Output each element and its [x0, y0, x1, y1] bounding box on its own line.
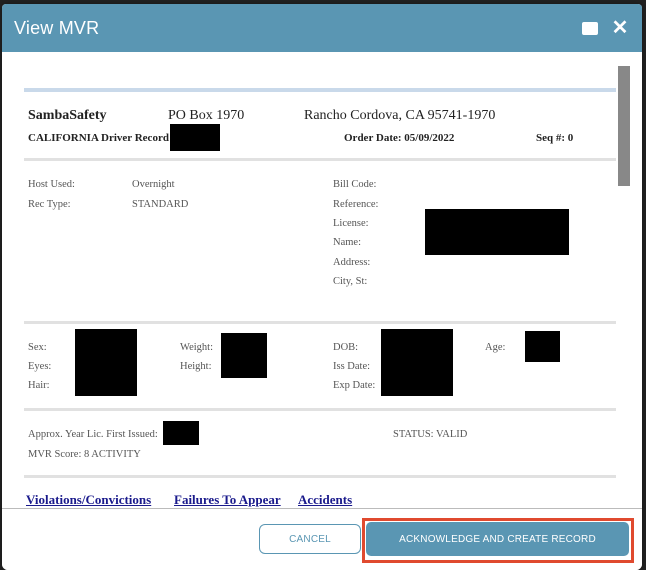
dialog-content: SambaSafety PO Box 1970 Rancho Cordova, …	[2, 52, 642, 508]
height-label: Height:	[180, 361, 212, 372]
hair-label: Hair:	[28, 380, 50, 391]
sex-label: Sex:	[28, 342, 47, 353]
failures-to-appear-link[interactable]: Failures To Appear	[174, 492, 281, 508]
name-label: Name:	[333, 237, 361, 248]
dialog-title: View MVR	[14, 17, 100, 38]
host-used-value: Overnight	[132, 179, 175, 190]
first-issued-label: Approx. Year Lic. First Issued:	[28, 429, 158, 440]
iss-date-label: Iss Date:	[333, 361, 371, 372]
content-scrollbar[interactable]	[618, 66, 630, 186]
po-box: PO Box 1970	[168, 108, 245, 123]
company-name: SambaSafety	[28, 108, 107, 123]
license-label: License:	[333, 218, 369, 229]
exp-date-label: Exp Date:	[333, 380, 376, 391]
host-used-label: Host Used:	[28, 179, 75, 190]
acknowledge-and-create-record-button[interactable]: ACKNOWLEDGE AND CREATE RECORD	[366, 522, 629, 556]
redacted-block	[170, 124, 220, 151]
seq-number: Seq #: 0	[536, 132, 574, 144]
city-state-zip: Rancho Cordova, CA 95741-1970	[304, 108, 496, 123]
accidents-link[interactable]: Accidents	[298, 492, 352, 508]
redacted-block	[75, 329, 137, 396]
order-date: Order Date: 05/09/2022	[344, 132, 455, 144]
window-maximize-icon[interactable]	[580, 18, 600, 38]
mvr-document: SambaSafety PO Box 1970 Rancho Cordova, …	[24, 88, 616, 508]
info-section: Host Used: Overnight Rec Type: STANDARD …	[24, 161, 616, 321]
record-header: SambaSafety PO Box 1970 Rancho Cordova, …	[24, 92, 616, 158]
bill-code-label: Bill Code:	[333, 179, 377, 190]
reference-label: Reference:	[333, 199, 379, 210]
rec-type-label: Rec Type:	[28, 199, 71, 210]
eyes-label: Eyes:	[28, 361, 52, 372]
redacted-block	[381, 329, 453, 396]
redacted-block	[525, 331, 560, 362]
redacted-block	[221, 333, 267, 378]
close-icon[interactable]: ✕	[610, 18, 630, 38]
dialog-titlebar: View MVR ✕	[2, 4, 642, 52]
record-section-links: Violations/Convictions Failures To Appea…	[24, 478, 616, 508]
address-label: Address:	[333, 257, 371, 268]
age-label: Age:	[485, 342, 506, 353]
violations-convictions-link[interactable]: Violations/Convictions	[26, 492, 151, 508]
city-st-label: City, St:	[333, 276, 368, 287]
weight-label: Weight:	[180, 342, 213, 353]
view-mvr-dialog: View MVR ✕ SambaSafety PO Box 1970 Ranch…	[2, 4, 642, 570]
dob-label: DOB:	[333, 342, 359, 353]
redacted-block	[425, 209, 569, 255]
dialog-footer: CANCEL ACKNOWLEDGE AND CREATE RECORD	[2, 508, 642, 570]
mvr-score: MVR Score: 8 ACTIVITY	[28, 449, 141, 460]
physical-section: Sex: Eyes: Hair: Weight: Height: DOB: Is…	[24, 324, 616, 408]
license-status: STATUS: VALID	[393, 429, 468, 440]
rec-type-value: STANDARD	[132, 199, 189, 210]
redacted-block	[163, 421, 199, 445]
record-title: CALIFORNIA Driver Record	[28, 132, 169, 144]
cancel-button[interactable]: CANCEL	[259, 524, 361, 554]
status-section: Approx. Year Lic. First Issued: STATUS: …	[24, 411, 616, 475]
